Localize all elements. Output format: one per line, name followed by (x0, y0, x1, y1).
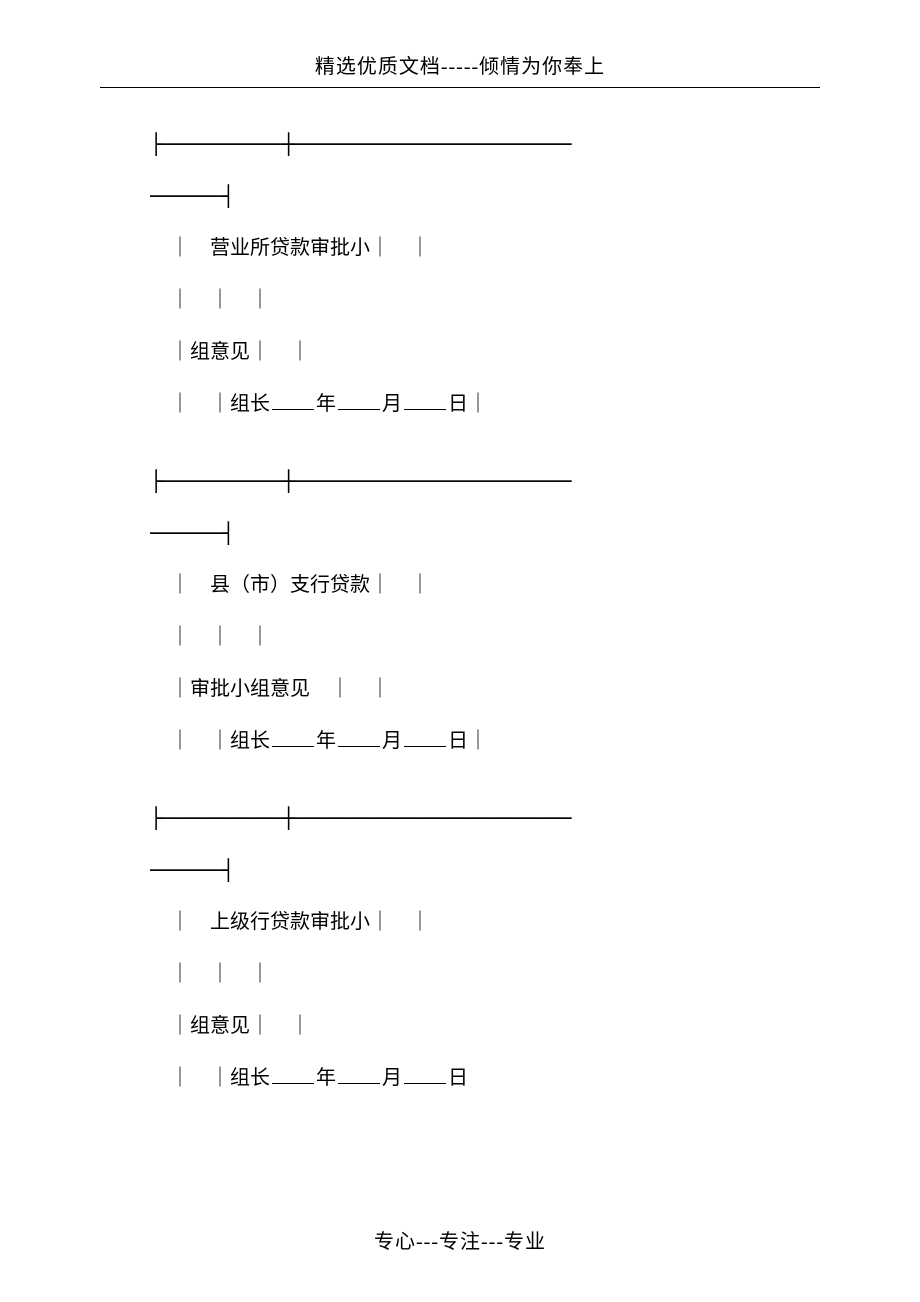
section-line: ｜组意见｜ ｜ (150, 326, 800, 378)
separator-bottom: ──────┤ (150, 170, 800, 222)
year-blank (272, 390, 314, 410)
separator-top: ├──────────┼─────────────────────── (150, 118, 800, 170)
section-line: ｜ 营业所贷款审批小｜ ｜ (150, 222, 800, 274)
separator-top: ├──────────┼─────────────────────── (150, 455, 800, 507)
approval-section-2: ├──────────┼─────────────────────── ────… (150, 455, 800, 767)
approval-section-3: ├──────────┼─────────────────────── ────… (150, 792, 800, 1104)
year-blank (272, 727, 314, 747)
day-blank (404, 390, 446, 410)
section-line: ｜ ｜ ｜ (150, 611, 800, 663)
approval-section-1: ├──────────┼─────────────────────── ────… (150, 118, 800, 430)
signature-line: ｜ ｜组长年月日｜ (150, 715, 800, 767)
separator-bottom: ──────┤ (150, 844, 800, 896)
day-blank (404, 727, 446, 747)
month-blank (338, 727, 380, 747)
document-content: ├──────────┼─────────────────────── ────… (100, 118, 820, 1104)
day-blank (404, 1064, 446, 1084)
section-line: ｜ 上级行贷款审批小｜ ｜ (150, 896, 800, 948)
month-blank (338, 1064, 380, 1084)
header-rule (100, 87, 820, 88)
month-blank (338, 390, 380, 410)
page-header: 精选优质文档-----倾情为你奉上 (100, 50, 820, 87)
section-line: ｜审批小组意见 ｜ ｜ (150, 663, 800, 715)
section-line: ｜组意见｜ ｜ (150, 1000, 800, 1052)
section-line: ｜ 县（市）支行贷款｜ ｜ (150, 559, 800, 611)
separator-bottom: ──────┤ (150, 507, 800, 559)
section-line: ｜ ｜ ｜ (150, 948, 800, 1000)
signature-line: ｜ ｜组长年月日｜ (150, 378, 800, 430)
separator-top: ├──────────┼─────────────────────── (150, 792, 800, 844)
section-line: ｜ ｜ ｜ (150, 274, 800, 326)
year-blank (272, 1064, 314, 1084)
page-footer: 专心---专注---专业 (0, 1225, 920, 1254)
signature-line: ｜ ｜组长年月日 (150, 1052, 800, 1104)
